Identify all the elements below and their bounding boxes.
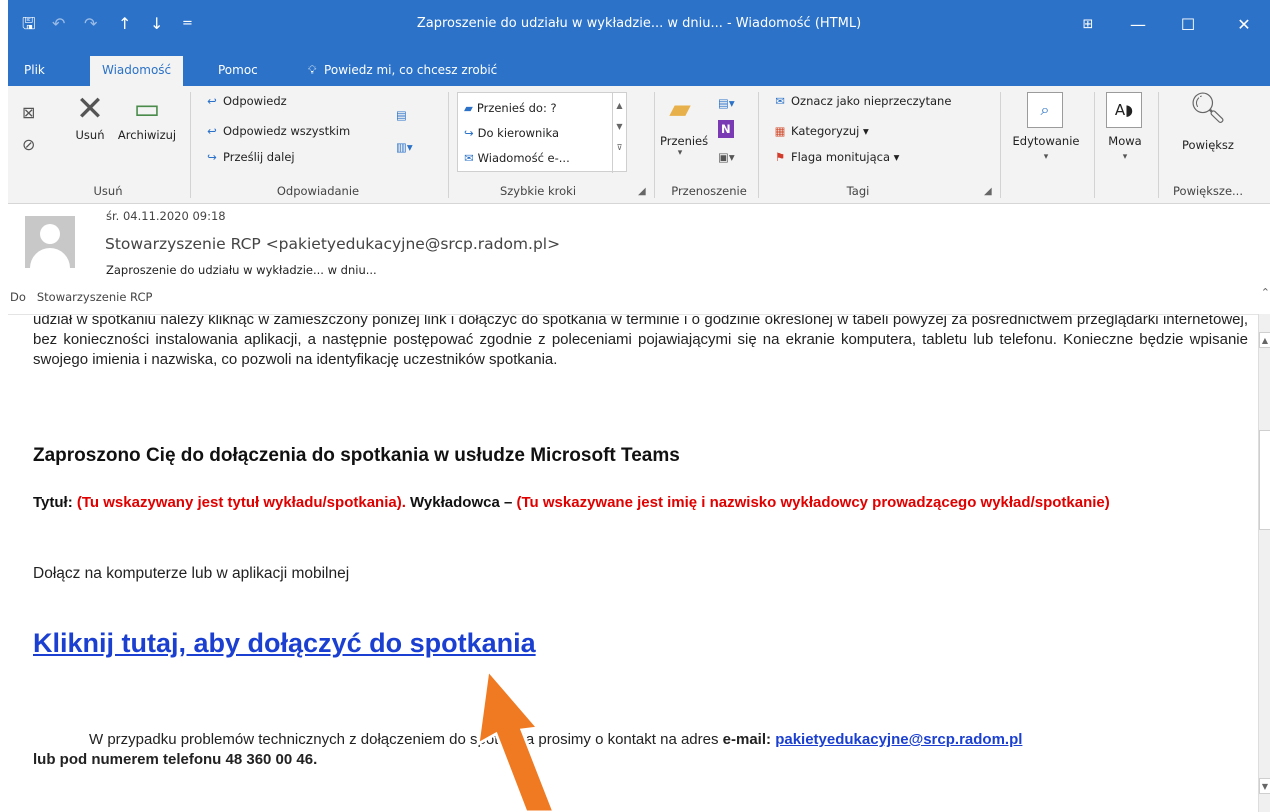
email-label: e-mail: [722,731,772,748]
read-aloud-icon: A◗ [1106,92,1142,128]
separator [758,92,759,198]
quick-steps-scroll[interactable]: ▲ ▼ ⊽ [612,93,626,173]
categorize-icon: ▦ [774,124,786,138]
ribbon: ⊠ ⊘ ✕ Usuń ▭ Archiwizuj Usuń ↩ Odpowiedz … [8,86,1270,204]
tell-me-box[interactable]: 💡︎ Powiedz mi, co chcesz zrobić [308,56,497,86]
teams-invite-heading: Zaproszono Cię do dołączenia do spotkani… [33,445,680,466]
support-paragraph: W przypadku problemów technicznych z doł… [33,730,1253,770]
ignore-icon[interactable]: ⊠ [22,104,35,122]
group-label-tags: Tagi [846,184,870,198]
forward-icon: ↪ [464,126,474,140]
vertical-scrollbar[interactable]: ▲ ▼ [1258,314,1270,812]
speech-button[interactable]: Mowa ▾ [1098,134,1152,162]
body-paragraph: udział w spotkaniu należy kliknąć w zami… [33,314,1248,368]
join-instruction: Dołącz na komputerze lub w aplikacji mob… [33,565,350,582]
dialog-launcher-icon[interactable]: ◢ [638,186,646,197]
sender[interactable]: Stowarzyszenie RCP <pakietyedukacyjne@sr… [105,235,560,253]
group-label-delete: Usuń [93,184,123,198]
reply-all-button[interactable]: ↩ Odpowiedz wszystkim [204,122,350,140]
quick-step-manager[interactable]: ↪ Do kierownika [464,124,559,142]
separator [1158,92,1159,198]
lecturer-label: Wykładowca – [410,494,513,511]
move-button[interactable]: ▰ Przenieś ▾ [660,90,708,158]
separator [448,92,449,198]
collapse-header-icon[interactable]: ⌃ [1261,286,1270,299]
quick-step-email[interactable]: ✉ Wiadomość e-... [464,149,570,167]
separator [654,92,655,198]
mark-unread-button[interactable]: ✉ Oznacz jako nieprzeczytane [772,92,951,110]
message-body: udział w spotkaniu należy kliknąć w zami… [8,314,1258,812]
message-subject: Zaproszenie do udziału w wykładzie... w … [106,263,377,277]
group-label-move: Przenoszenie [671,184,747,198]
separator [190,92,191,198]
group-label-zoom: Powiększe... [1173,184,1243,198]
junk-icon[interactable]: ⊘ [22,136,35,154]
tab-help[interactable]: Pomoc [206,56,270,86]
minimize-button[interactable]: — [1118,8,1158,42]
title-bar: 🖫 ↶ ↷ ↑ ↓ = Zaproszenie do udziału w wyk… [8,0,1270,50]
reply-button[interactable]: ↩ Odpowiedz [204,92,287,110]
archive-icon: ▭ [133,92,161,125]
forward-icon: ↪ [207,150,217,164]
mark-unread-icon: ✉ [775,94,785,108]
avatar [25,216,75,268]
more-respond-icon[interactable]: ▥▾ [396,138,413,156]
rules-icon[interactable]: ▤▾ [718,94,735,112]
scroll-thumb[interactable] [1259,430,1270,530]
categorize-button[interactable]: ▦ Kategoryzuj ▾ [772,122,869,140]
magnifier-icon: 🔍︎ [1188,91,1228,126]
ribbon-tabs: Plik Wiadomość Pomoc 💡︎ Powiedz mi, co c… [8,50,1270,86]
recipients-line: Do Stowarzyszenie RCP [10,290,152,304]
tab-message[interactable]: Wiadomość [90,56,184,86]
delete-button[interactable]: ✕ Usuń [70,90,110,142]
lightbulb-icon: 💡︎ [308,63,317,77]
reply-icon: ↩ [207,94,217,108]
search-icon: ⌕ [1027,92,1063,128]
to-label: Do [10,290,26,304]
scroll-up-icon[interactable]: ▲ [1259,332,1270,348]
message-date: śr. 04.11.2020 09:18 [106,209,226,223]
follow-up-flag-button[interactable]: ⚑ Flaga monitująca ▾ [772,148,900,166]
maximize-button[interactable]: ☐ [1168,8,1208,42]
editing-button[interactable]: Edytowanie ▾ [1004,134,1088,162]
join-meeting-link[interactable]: Kliknij tutaj, aby dołączyć do spotkania [33,628,536,659]
reply-all-icon: ↩ [207,124,217,138]
close-button[interactable]: ✕ [1224,8,1264,42]
move-folder-icon: ▰ [669,92,691,125]
separator [1094,92,1095,198]
ribbon-display-icon[interactable]: ⊞ [1068,8,1108,42]
support-text: W przypadku problemów technicznych z doł… [89,731,719,748]
flag-icon: ⚑ [774,150,786,164]
message-header: śr. 04.11.2020 09:18 Stowarzyszenie RCP … [8,204,1270,314]
support-email-link[interactable]: pakietyedukacyjne@srcp.radom.pl [775,731,1022,748]
recipient[interactable]: Stowarzyszenie RCP [37,290,153,304]
phone-text: lub pod numerem telefonu 48 360 00 46. [33,751,318,768]
tab-file[interactable]: Plik [12,56,57,86]
scroll-down-icon[interactable]: ▼ [1259,778,1270,794]
folder-arrow-icon: ▰ [464,101,473,115]
tell-me-text: Powiedz mi, co chcesz zrobić [324,63,498,77]
lecturer-placeholder: (Tu wskazywane jest imię i nazwisko wykł… [516,494,1110,511]
separator [1000,92,1001,198]
quick-steps-gallery: ▰ Przenieś do: ? ↪ Do kierownika ✉ Wiadomoś… [457,92,627,173]
title-label: Tytuł: [33,494,73,511]
dialog-launcher-icon[interactable]: ◢ [984,186,992,197]
zoom-button[interactable]: 🔍︎ Powiększ [1168,90,1248,152]
actions-icon[interactable]: ▣▾ [718,148,735,166]
onenote-icon[interactable]: N [718,120,734,138]
title-placeholder: (Tu wskazywany jest tytuł wykładu/spotka… [76,494,406,511]
group-label-quick-steps: Szybkie kroki [499,184,577,198]
meeting-title-line: Tytuł: (Tu wskazywany jest tytuł wykładu… [33,493,1213,512]
forward-button[interactable]: ↪ Prześlij dalej [204,148,294,166]
group-label-respond: Odpowiadanie [276,184,360,198]
archive-button[interactable]: ▭ Archiwizuj [116,90,178,142]
mail-icon: ✉ [464,151,474,165]
delete-x-icon: ✕ [75,89,105,129]
quick-step-move[interactable]: ▰ Przenieś do: ? [464,99,557,117]
meeting-reply-icon[interactable]: ▤ [396,106,407,124]
